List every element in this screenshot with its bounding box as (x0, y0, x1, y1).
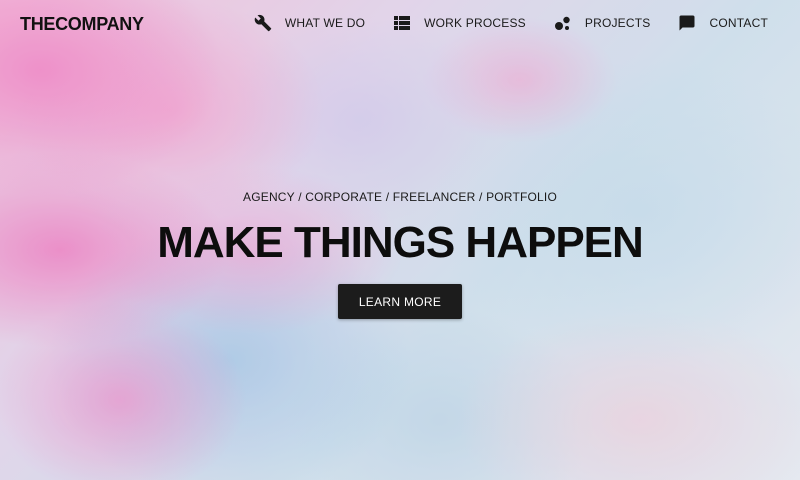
list-icon (393, 14, 411, 32)
hero-section: AGENCY / CORPORATE / FREELANCER / PORTFO… (0, 0, 800, 480)
hero-headline: MAKE THINGS HAPPEN (157, 218, 644, 267)
nav-item-contact[interactable]: CONTACT (678, 14, 768, 32)
nav-item-projects[interactable]: PROJECTS (554, 14, 651, 32)
nav-item-what-we-do[interactable]: WHAT WE DO (254, 14, 365, 32)
hero-tagline: AGENCY / CORPORATE / FREELANCER / PORTFO… (243, 190, 557, 204)
nav-label-what-we-do: WHAT WE DO (284, 16, 366, 30)
wrench-icon (254, 14, 272, 32)
bubbles-icon (554, 14, 572, 32)
learn-more-button[interactable]: LEARN MORE (338, 284, 462, 319)
main-nav: WHAT WE DO WORK PROCESS PROJECTS CONTACT (254, 14, 768, 32)
nav-label-projects: PROJECTS (584, 16, 651, 30)
nav-item-work-process[interactable]: WORK PROCESS (393, 14, 526, 32)
chat-bubble-icon (678, 14, 696, 32)
brand-logo[interactable]: THECOMPANY (20, 14, 144, 35)
nav-label-contact: CONTACT (709, 16, 768, 30)
nav-label-work-process: WORK PROCESS (424, 16, 526, 30)
navbar: THECOMPANY WHAT WE DO WORK PROCESS PROJE… (0, 0, 800, 52)
